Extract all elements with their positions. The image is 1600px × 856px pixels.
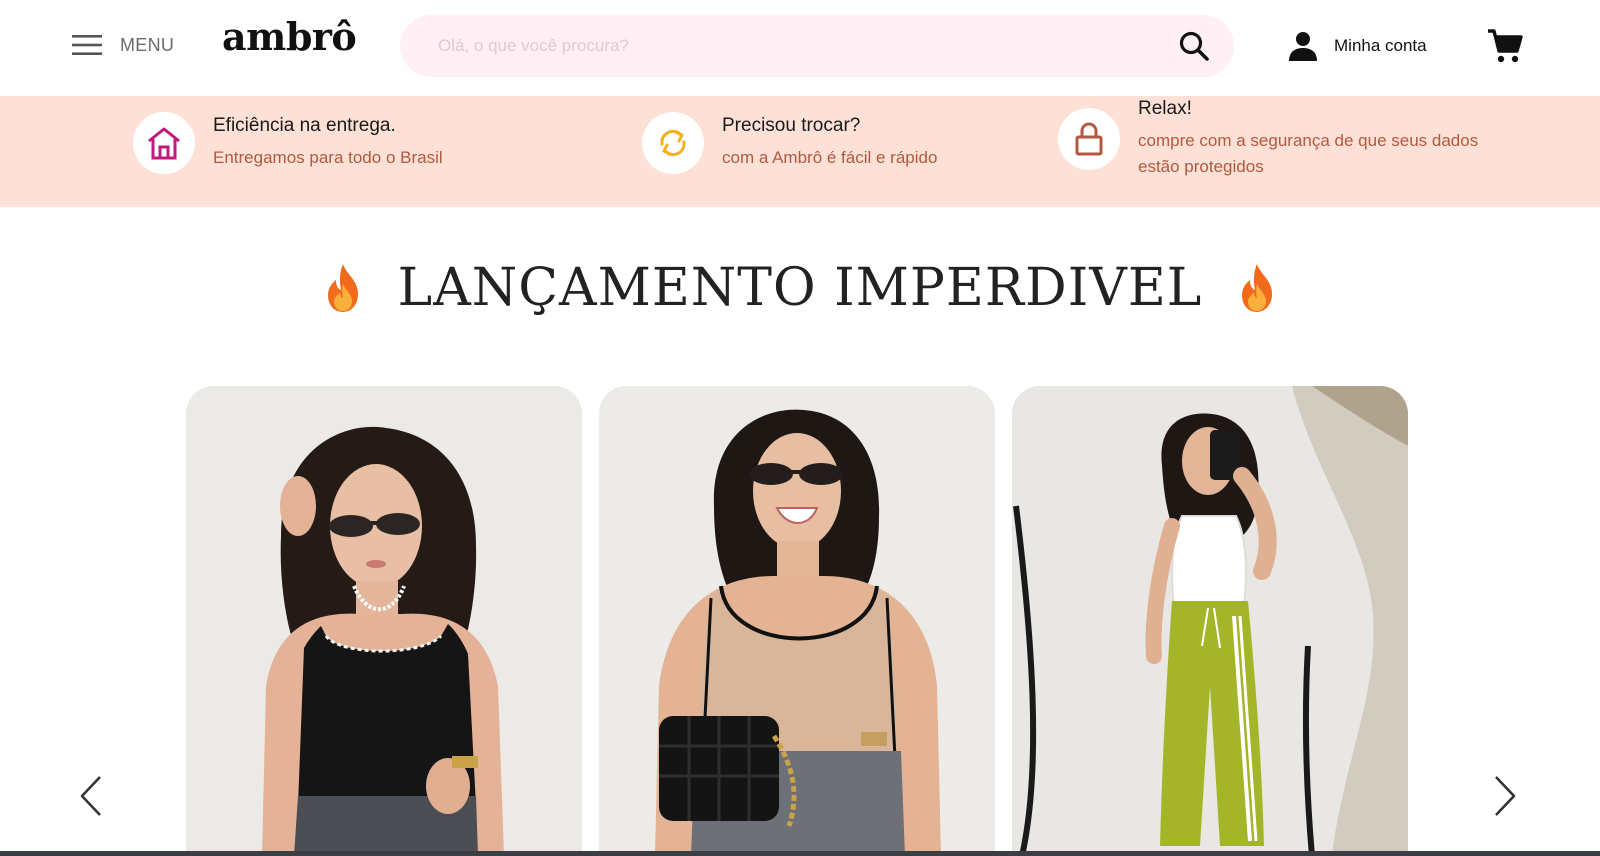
benefit-icon-circle bbox=[1058, 108, 1120, 170]
site-header: MENU ambrô Minha conta bbox=[0, 0, 1600, 96]
benefit-description: com a Ambrô é fácil e rápido bbox=[722, 148, 938, 167]
brand-logo[interactable]: ambrô bbox=[222, 14, 357, 59]
benefit-description: compre com a segurança de que seus dados… bbox=[1138, 131, 1479, 176]
bottom-edge-bar bbox=[0, 851, 1600, 856]
exchange-icon bbox=[660, 129, 686, 157]
benefit-exchange: Precisou trocar? com a Ambrô é fácil e r… bbox=[642, 112, 937, 174]
account-link[interactable]: Minha conta bbox=[1286, 28, 1427, 64]
menu-button[interactable]: MENU bbox=[72, 30, 174, 60]
chevron-right-icon[interactable] bbox=[1490, 774, 1520, 818]
benefit-security: Relax! compre com a segurança de que seu… bbox=[1058, 98, 1518, 180]
search-bar bbox=[400, 15, 1234, 77]
chevron-left-icon[interactable] bbox=[76, 774, 106, 818]
benefit-delivery: Eficiência na entrega. Entregamos para t… bbox=[133, 112, 443, 174]
account-label: Minha conta bbox=[1334, 36, 1427, 55]
benefits-band: Eficiência na entrega. Entregamos para t… bbox=[0, 96, 1600, 207]
search-input[interactable] bbox=[436, 15, 1136, 77]
hamburger-icon bbox=[72, 35, 102, 55]
product-card[interactable] bbox=[599, 386, 995, 856]
lock-icon bbox=[1075, 122, 1103, 156]
benefit-title: Precisou trocar? bbox=[722, 115, 861, 136]
benefit-title: Relax! bbox=[1138, 98, 1192, 119]
user-icon bbox=[1289, 32, 1317, 61]
cart-icon[interactable] bbox=[1486, 27, 1524, 65]
product-card[interactable] bbox=[1012, 386, 1408, 856]
search-icon[interactable] bbox=[1178, 30, 1210, 62]
fire-icon bbox=[1242, 264, 1273, 312]
benefit-description: Entregamos para todo o Brasil bbox=[213, 148, 443, 167]
product-card[interactable] bbox=[186, 386, 582, 856]
product-image bbox=[1012, 386, 1408, 856]
benefit-title: Eficiência na entrega. bbox=[213, 115, 396, 136]
house-icon bbox=[148, 127, 180, 160]
section-title: LANÇAMENTO IMPERDIVEL bbox=[397, 258, 1203, 318]
product-carousel bbox=[0, 386, 1600, 856]
fire-icon bbox=[327, 264, 358, 312]
product-image bbox=[599, 386, 995, 856]
section-header: LANÇAMENTO IMPERDIVEL bbox=[0, 258, 1600, 318]
benefit-icon-circle bbox=[642, 112, 704, 174]
menu-label: MENU bbox=[120, 34, 175, 55]
product-image bbox=[186, 386, 582, 856]
benefit-icon-circle bbox=[133, 112, 195, 174]
